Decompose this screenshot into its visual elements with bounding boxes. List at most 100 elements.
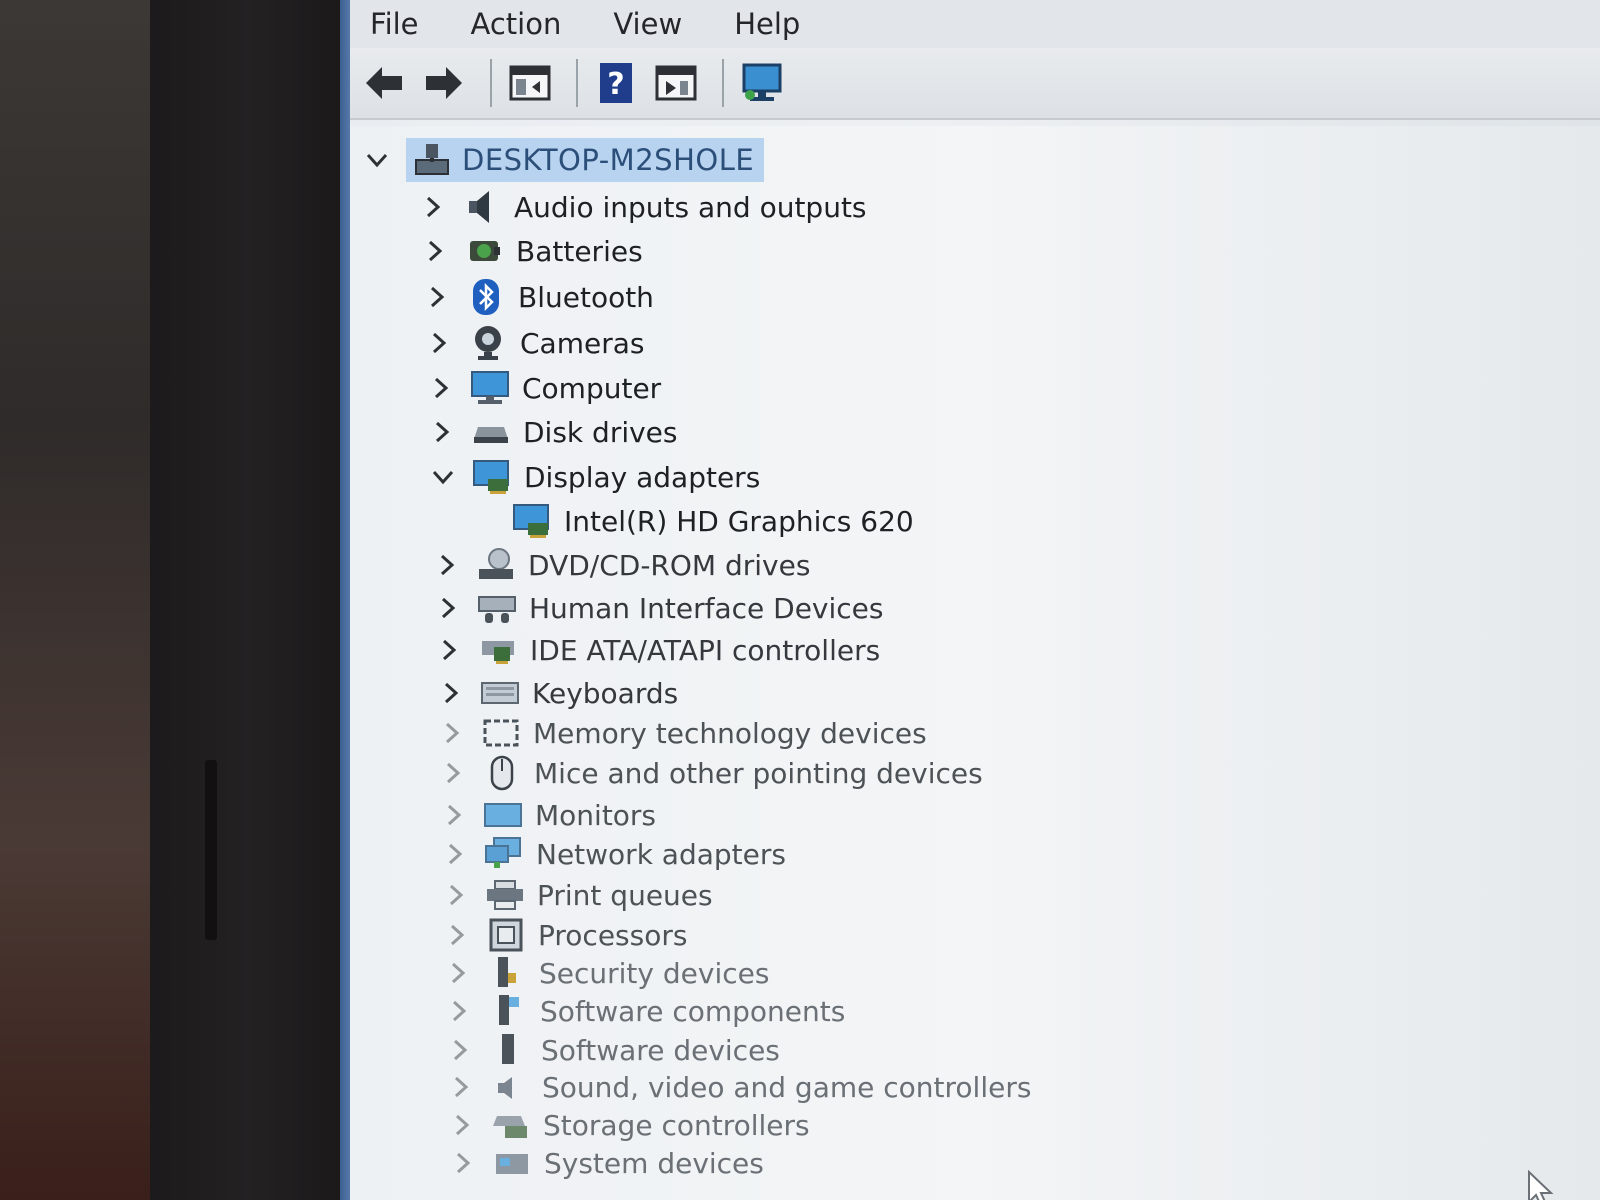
tree-item-hid[interactable]: Human Interface Devices bbox=[435, 587, 883, 629]
help-button[interactable]: ? bbox=[590, 57, 642, 109]
chevron-right-icon[interactable] bbox=[428, 375, 454, 401]
chevron-right-icon[interactable] bbox=[450, 1150, 476, 1176]
chevron-right-icon[interactable] bbox=[439, 720, 465, 746]
chevron-right-icon[interactable] bbox=[422, 238, 448, 264]
chevron-right-icon[interactable] bbox=[442, 841, 468, 867]
tree-item-label: DVD/CD-ROM drives bbox=[528, 548, 811, 582]
chevron-right-icon[interactable] bbox=[440, 760, 466, 786]
tree-item-label: Human Interface Devices bbox=[529, 591, 884, 625]
tree-item-batteries[interactable]: Batteries bbox=[422, 230, 643, 272]
chevron-right-icon[interactable] bbox=[420, 194, 446, 220]
tree-item-security-devices[interactable]: Security devices bbox=[445, 952, 769, 994]
chevron-right-icon[interactable] bbox=[429, 419, 455, 445]
tree-item-label: Sound, video and game controllers bbox=[542, 1070, 1032, 1104]
computer-monitor-icon bbox=[470, 370, 510, 406]
tree-item-cameras[interactable]: Cameras bbox=[426, 322, 644, 364]
tree-item-processors[interactable]: Processors bbox=[444, 914, 687, 956]
tree-item-ide-controllers[interactable]: IDE ATA/ATAPI controllers bbox=[436, 629, 880, 671]
tree-item-memory-devices[interactable]: Memory technology devices bbox=[439, 712, 927, 754]
background-desk bbox=[0, 0, 170, 1200]
menu-view[interactable]: View bbox=[607, 7, 688, 41]
chevron-right-icon[interactable] bbox=[444, 922, 470, 948]
scan-hardware-button[interactable] bbox=[736, 57, 788, 109]
back-button[interactable] bbox=[358, 57, 410, 109]
tree-item-print-queues[interactable]: Print queues bbox=[443, 874, 713, 916]
chevron-right-icon[interactable] bbox=[446, 998, 472, 1024]
chevron-down-icon[interactable] bbox=[430, 464, 456, 490]
tree-item-keyboards[interactable]: Keyboards bbox=[438, 672, 678, 714]
tree-item-monitors[interactable]: Monitors bbox=[441, 794, 656, 836]
chevron-down-icon[interactable] bbox=[364, 147, 390, 173]
menu-file[interactable]: File bbox=[364, 7, 425, 41]
tree-item-label: Bluetooth bbox=[518, 280, 654, 314]
storage-controller-icon bbox=[491, 1107, 531, 1143]
tree-item-label: Intel(R) HD Graphics 620 bbox=[564, 504, 914, 538]
keyboard-icon bbox=[480, 675, 520, 711]
menu-action[interactable]: Action bbox=[465, 7, 568, 41]
toolbar-separator bbox=[576, 59, 578, 107]
computer-tree-icon bbox=[415, 144, 449, 175]
tree-item-label: Audio inputs and outputs bbox=[514, 190, 867, 224]
tree-item-label: Memory technology devices bbox=[533, 716, 927, 750]
bluetooth-icon bbox=[466, 279, 506, 315]
display-adapter-icon bbox=[472, 459, 512, 495]
tree-item-audio[interactable]: Audio inputs and outputs bbox=[420, 186, 867, 228]
bezel-slot bbox=[205, 760, 217, 940]
tree-item-label: Display adapters bbox=[524, 460, 761, 494]
chevron-right-icon[interactable] bbox=[448, 1074, 474, 1100]
ide-controller-icon bbox=[478, 632, 518, 668]
tree-item-dvd-drives[interactable]: DVD/CD-ROM drives bbox=[434, 544, 810, 586]
chevron-right-icon[interactable] bbox=[445, 960, 471, 986]
update-driver-button[interactable] bbox=[650, 57, 702, 109]
dvd-drive-icon bbox=[476, 547, 516, 583]
back-arrow-icon bbox=[366, 67, 402, 99]
software-device-icon bbox=[489, 1032, 529, 1068]
tree-item-software-devices[interactable]: Software devices bbox=[447, 1029, 780, 1071]
chevron-right-icon[interactable] bbox=[434, 552, 460, 578]
menu-help[interactable]: Help bbox=[728, 7, 806, 41]
tree-item-disk-drives[interactable]: Disk drives bbox=[429, 411, 678, 453]
update-driver-icon bbox=[655, 65, 697, 101]
tree-item-label: Computer bbox=[522, 371, 662, 405]
properties-button[interactable] bbox=[504, 57, 556, 109]
toolbar: ? bbox=[350, 48, 1600, 120]
chevron-right-icon[interactable] bbox=[426, 330, 452, 356]
network-adapter-icon bbox=[484, 836, 524, 872]
tree-item-label: Mice and other pointing devices bbox=[534, 756, 983, 790]
chevron-right-icon[interactable] bbox=[436, 637, 462, 663]
toolbar-separator bbox=[490, 59, 492, 107]
chevron-right-icon[interactable] bbox=[441, 802, 467, 828]
chevron-right-icon[interactable] bbox=[443, 882, 469, 908]
properties-window-icon bbox=[509, 65, 551, 101]
tree-item-label: Security devices bbox=[539, 956, 770, 990]
mouse-icon bbox=[482, 755, 522, 791]
toolbar-separator bbox=[722, 59, 724, 107]
tree-item-label: Network adapters bbox=[536, 837, 786, 871]
tree-item-computer[interactable]: Computer bbox=[428, 367, 661, 409]
tree-item-display-adapters[interactable]: Display adapters bbox=[430, 456, 760, 498]
chevron-right-icon[interactable] bbox=[449, 1112, 475, 1138]
tree-item-label: Storage controllers bbox=[543, 1108, 810, 1142]
tree-item-intel-hd-graphics[interactable]: Intel(R) HD Graphics 620 bbox=[512, 500, 914, 542]
monitor-bezel bbox=[150, 0, 350, 1200]
processor-icon bbox=[486, 917, 526, 953]
tree-item-mice[interactable]: Mice and other pointing devices bbox=[440, 752, 983, 794]
mouse-cursor-icon bbox=[1528, 1170, 1554, 1200]
chevron-right-icon[interactable] bbox=[447, 1037, 473, 1063]
forward-button[interactable] bbox=[418, 57, 470, 109]
tree-item-label: Processors bbox=[538, 918, 688, 952]
chevron-right-icon[interactable] bbox=[435, 595, 461, 621]
device-manager-window: File Action View Help ? DESKTOP-M2SHOLE … bbox=[350, 0, 1600, 1200]
tree-item-label: System devices bbox=[544, 1146, 764, 1180]
chevron-right-icon[interactable] bbox=[438, 680, 464, 706]
tree-item-network-adapters[interactable]: Network adapters bbox=[442, 833, 786, 875]
chevron-right-icon[interactable] bbox=[424, 284, 450, 310]
tree-item-bluetooth[interactable]: Bluetooth bbox=[424, 276, 654, 318]
tree-item-sound-controllers[interactable]: Sound, video and game controllers bbox=[448, 1066, 1031, 1108]
tree-item-software-components[interactable]: Software components bbox=[446, 990, 845, 1032]
memory-device-icon bbox=[481, 715, 521, 751]
tree-item-system-devices[interactable]: System devices bbox=[450, 1142, 764, 1184]
tree-item-storage-controllers[interactable]: Storage controllers bbox=[449, 1104, 810, 1146]
tree-root[interactable]: DESKTOP-M2SHOLE bbox=[364, 136, 765, 184]
svg-text:?: ? bbox=[607, 67, 624, 102]
